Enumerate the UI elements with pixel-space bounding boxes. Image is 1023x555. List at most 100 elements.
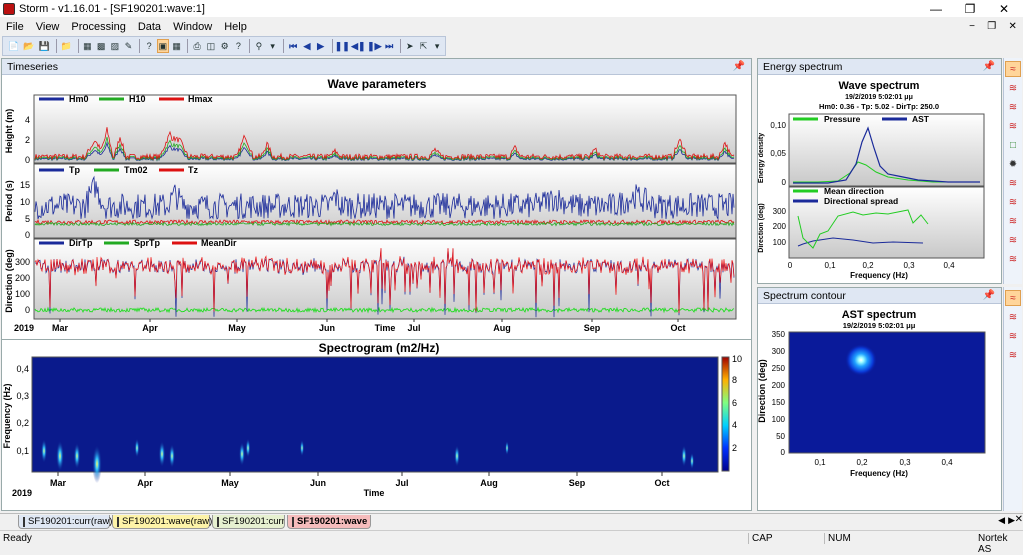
- tab-curr[interactable]: SF190201:curr: [212, 515, 285, 529]
- direction-panel[interactable]: [33, 238, 737, 320]
- import-icon[interactable]: ▦: [82, 39, 94, 53]
- pointer-icon[interactable]: ➤: [404, 39, 416, 53]
- colorbar-tick: 2: [732, 443, 737, 453]
- tile-icon[interactable]: ▦: [171, 39, 183, 53]
- open-icon[interactable]: 📂: [22, 39, 35, 53]
- spectrogram-plot[interactable]: [31, 356, 719, 473]
- mdi-restore-icon[interactable]: ❐: [987, 21, 996, 32]
- month-label: Aug: [480, 478, 498, 488]
- menu-view[interactable]: View: [30, 21, 66, 33]
- tab-curr-raw[interactable]: SF190201:curr(raw): [18, 515, 112, 529]
- save-icon[interactable]: 💾: [37, 39, 50, 53]
- layout-icon[interactable]: ▣: [156, 39, 169, 53]
- select-icon[interactable]: ⇱: [418, 39, 430, 53]
- contour-tool-icon[interactable]: ≈: [1005, 290, 1021, 306]
- pin-icon[interactable]: 📌: [983, 290, 995, 301]
- chart-tool-icon[interactable]: ≈: [1005, 61, 1021, 77]
- first-icon[interactable]: ⏮: [287, 39, 299, 53]
- colorbar-tick: 4: [732, 420, 737, 430]
- spectrum-tool-icon[interactable]: ≋: [1005, 99, 1021, 115]
- spectrogram-streak: [299, 439, 305, 457]
- close-button[interactable]: ✕: [987, 0, 1021, 17]
- dropdown-icon[interactable]: ▾: [267, 39, 279, 53]
- pin-icon[interactable]: 📌: [733, 61, 745, 72]
- contour-ytick: 100: [772, 415, 786, 424]
- contour-tool-icon[interactable]: ≋: [1005, 347, 1021, 363]
- step-back-icon[interactable]: ◀❚: [351, 39, 365, 53]
- process-icon[interactable]: ▩: [95, 39, 107, 53]
- maximize-button[interactable]: ❐: [953, 0, 987, 17]
- legend-dirtp: DirTp: [69, 238, 93, 248]
- mdi-minimize-icon[interactable]: −: [969, 21, 975, 32]
- tab-label: SF190201:wave: [297, 516, 368, 527]
- dir-ytick: 100: [773, 238, 787, 247]
- pause-icon[interactable]: ❚❚: [335, 39, 350, 53]
- energy-density-panel[interactable]: [788, 113, 985, 187]
- contour-tool-icon[interactable]: ≋: [1005, 328, 1021, 344]
- minimize-button[interactable]: —: [919, 0, 953, 17]
- spectrum-tool-icon[interactable]: ≋: [1005, 251, 1021, 267]
- period-tick: 0: [25, 230, 30, 240]
- energy-date: 19/2/2019 5:02:01 μμ: [845, 94, 913, 101]
- spectrogram-streak: [689, 452, 695, 470]
- help-icon[interactable]: ?: [143, 39, 155, 53]
- contour-plot[interactable]: [788, 331, 986, 454]
- energy-xtick: 0,4: [943, 261, 955, 270]
- pin-icon[interactable]: 📌: [983, 61, 995, 72]
- step-forward-icon[interactable]: ❚▶: [367, 39, 381, 53]
- rose-tool-icon[interactable]: ✹: [1005, 156, 1021, 172]
- legend-hmax: Hmax: [188, 94, 213, 104]
- print-icon[interactable]: ⎙: [191, 39, 203, 53]
- about-icon[interactable]: ?: [232, 39, 244, 53]
- menu-processing[interactable]: Processing: [65, 21, 131, 33]
- open-folder-icon[interactable]: 📁: [59, 39, 72, 53]
- month-label: Mar: [52, 323, 69, 333]
- spectrum-tool-icon[interactable]: ≋: [1005, 175, 1021, 191]
- menu-help[interactable]: Help: [218, 21, 253, 33]
- dir-ytick: 200: [773, 222, 787, 231]
- contour-xlabel: Frequency (Hz): [850, 469, 908, 478]
- export-icon[interactable]: ▨: [109, 39, 121, 53]
- menu-file[interactable]: File: [0, 21, 30, 33]
- tab-wave-raw[interactable]: SF190201:wave(raw): [112, 515, 212, 529]
- energy-xlabel: Frequency (Hz): [850, 271, 908, 280]
- document-tabs: SF190201:curr(raw) SF190201:wave(raw) SF…: [0, 513, 1023, 529]
- spectrum-tool-icon[interactable]: ≋: [1005, 232, 1021, 248]
- status-bar: Ready CAP NUM Nortek AS: [0, 530, 1023, 555]
- mdi-close-icon[interactable]: ✕: [1008, 21, 1016, 32]
- toolbar-options-icon[interactable]: ▾: [431, 39, 443, 53]
- toolbar: 📄 📂 💾 📁 ▦ ▩ ▨ ✎ ? ▣ ▦ ⎙ ◫ ⚙ ? ⚲ ▾ ⏮ ◀ ▶ …: [2, 36, 446, 56]
- histogram-tool-icon[interactable]: □: [1005, 137, 1021, 153]
- energy-xtick: 0: [788, 261, 793, 270]
- play-icon[interactable]: ▶: [315, 39, 327, 53]
- legend-sprtp: SprTp: [134, 238, 161, 248]
- spectrum-tool-icon[interactable]: ≋: [1005, 80, 1021, 96]
- spectrum-tool-icon[interactable]: ≋: [1005, 194, 1021, 210]
- previous-icon[interactable]: ◀: [301, 39, 313, 53]
- spectrum-tool-icon[interactable]: ≋: [1005, 118, 1021, 134]
- direction-tick: 200: [15, 273, 30, 283]
- print-preview-icon[interactable]: ◫: [205, 39, 217, 53]
- tab-close-icon[interactable]: ✕: [1015, 514, 1023, 525]
- contour-xtick: 0,3: [899, 458, 911, 467]
- menu-window[interactable]: Window: [167, 21, 218, 33]
- menu-data[interactable]: Data: [132, 21, 167, 33]
- status-num: NUM: [824, 533, 851, 544]
- tab-wave[interactable]: SF190201:wave: [287, 515, 371, 529]
- contour-ytick: 250: [772, 364, 786, 373]
- settings-icon[interactable]: ⚙: [219, 39, 231, 53]
- spectrogram-streak: [505, 440, 509, 456]
- zoom-icon[interactable]: ⚲: [253, 39, 265, 53]
- spectrum-tool-icon[interactable]: ≋: [1005, 213, 1021, 229]
- tab-scroll-left-icon[interactable]: ◀: [998, 515, 1005, 526]
- new-icon[interactable]: 📄: [7, 39, 20, 53]
- contour-tool-icon[interactable]: ≋: [1005, 309, 1021, 325]
- month-label: Mar: [50, 478, 67, 488]
- contour-ytick: 0: [781, 448, 786, 457]
- edit-icon[interactable]: ✎: [123, 39, 135, 53]
- last-icon[interactable]: ⏭: [383, 39, 395, 53]
- height-panel[interactable]: [33, 94, 737, 164]
- doc-icon: [217, 516, 219, 527]
- spectrogram-ylabel: Frequency (Hz): [2, 383, 12, 448]
- energy-spectrum-pane: Energy spectrum 📌 Wave spectrum 19/2/201…: [757, 58, 1002, 284]
